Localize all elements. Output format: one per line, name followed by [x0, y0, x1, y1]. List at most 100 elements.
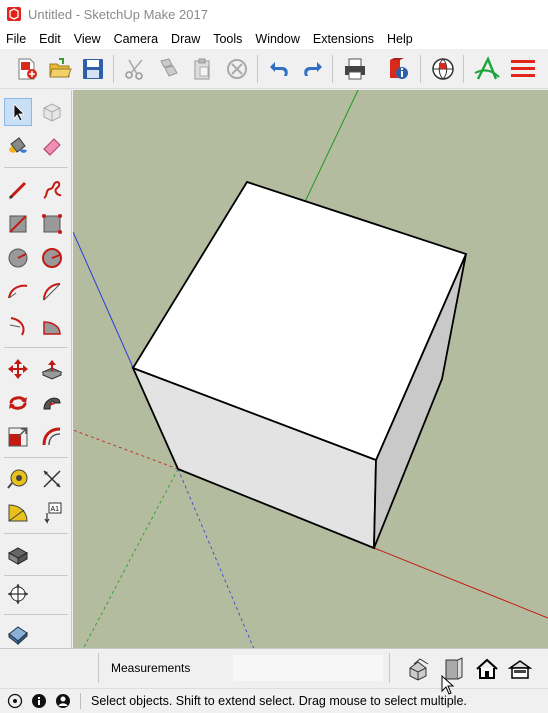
- rotate-tool[interactable]: [4, 389, 32, 417]
- menu-camera[interactable]: Camera: [114, 32, 158, 46]
- right-view-button[interactable]: [505, 654, 535, 684]
- 3d-warehouse-tool[interactable]: [4, 541, 32, 569]
- account-status[interactable]: [54, 692, 72, 710]
- top-view-button[interactable]: [472, 654, 502, 684]
- offset-icon: [42, 427, 61, 446]
- menu-tools[interactable]: Tools: [213, 32, 242, 46]
- right-view-icon: [507, 660, 533, 679]
- print-icon: [345, 58, 365, 80]
- menu-edit[interactable]: Edit: [39, 32, 61, 46]
- rotated-rectangle-tool[interactable]: [38, 210, 66, 238]
- back-view-button[interactable]: [538, 654, 548, 684]
- menu-help[interactable]: Help: [387, 32, 413, 46]
- push-pull-icon: [41, 360, 63, 380]
- main-toolbar: [0, 49, 548, 89]
- copy-icon: [160, 58, 178, 77]
- cut-button[interactable]: [120, 54, 150, 84]
- status-message: Select objects. Shift to extend select. …: [91, 694, 467, 708]
- geolocation-status[interactable]: [6, 692, 24, 710]
- circle-tool[interactable]: [4, 244, 32, 272]
- model-info-icon: [390, 58, 408, 79]
- move-icon: [8, 359, 28, 379]
- eraser-tool[interactable]: [38, 132, 66, 160]
- scale-tool[interactable]: [4, 423, 32, 451]
- sandbox-icon: [8, 584, 28, 604]
- copy-button[interactable]: [154, 54, 184, 84]
- two-point-arc-tool[interactable]: [38, 278, 66, 306]
- measurements-input[interactable]: [233, 655, 383, 681]
- instructor-button[interactable]: [472, 54, 502, 84]
- polygon-tool[interactable]: [38, 244, 66, 272]
- erase-selection-button[interactable]: [222, 54, 252, 84]
- print-button[interactable]: [340, 54, 370, 84]
- redo-button[interactable]: [297, 54, 327, 84]
- instructor-icon: [474, 56, 500, 80]
- arc-tool[interactable]: [4, 278, 32, 306]
- rectangle-tool[interactable]: [4, 210, 32, 238]
- house-icon: [476, 658, 498, 679]
- make-component-tool[interactable]: [38, 98, 66, 126]
- polygon-icon: [42, 248, 62, 268]
- line-tool[interactable]: [4, 176, 32, 204]
- user-icon: [56, 694, 70, 708]
- tape-measure-tool[interactable]: [4, 465, 32, 493]
- text-tool[interactable]: A1: [38, 499, 66, 527]
- select-icon: [13, 103, 25, 122]
- model-scene: [73, 90, 548, 648]
- info-icon: [32, 694, 46, 708]
- make-component-icon: [43, 103, 61, 122]
- dimension-icon: [43, 470, 61, 488]
- new-file-icon: [18, 58, 37, 80]
- status-bar: Select objects. Shift to extend select. …: [0, 688, 548, 713]
- freehand-tool[interactable]: [38, 176, 66, 204]
- erase-icon: [227, 59, 247, 79]
- undo-button[interactable]: [265, 54, 295, 84]
- tape-measure-icon: [7, 469, 28, 489]
- protractor-tool[interactable]: [4, 499, 32, 527]
- model-info-button[interactable]: [383, 54, 413, 84]
- paint-bucket-tool[interactable]: [4, 132, 32, 160]
- three-point-arc-tool[interactable]: [4, 312, 32, 340]
- follow-me-icon: [43, 397, 61, 410]
- section-plane-icon: [8, 626, 28, 646]
- sandbox-tool[interactable]: [4, 580, 32, 608]
- rotated-rectangle-icon: [42, 214, 62, 234]
- offset-tool[interactable]: [38, 423, 66, 451]
- save-icon: [83, 59, 103, 79]
- menu-draw[interactable]: Draw: [171, 32, 200, 46]
- three-point-arc-icon: [9, 317, 25, 336]
- save-button[interactable]: [78, 54, 108, 84]
- drawing-viewport[interactable]: [73, 90, 548, 648]
- menu-window[interactable]: Window: [255, 32, 299, 46]
- geo-location-button[interactable]: [428, 54, 458, 84]
- layers-button[interactable]: [508, 54, 538, 84]
- section-plane-tool[interactable]: [4, 620, 32, 648]
- new-button[interactable]: [12, 54, 42, 84]
- pie-tool[interactable]: [38, 312, 66, 340]
- scale-icon: [8, 427, 28, 447]
- freehand-icon: [43, 180, 62, 199]
- move-tool[interactable]: [4, 355, 32, 383]
- paint-bucket-icon: [9, 137, 27, 153]
- follow-me-tool[interactable]: [38, 389, 66, 417]
- menu-view[interactable]: View: [74, 32, 101, 46]
- push-pull-tool[interactable]: [38, 355, 66, 383]
- menu-bar: File Edit View Camera Draw Tools Window …: [0, 28, 548, 49]
- layers-icon: [511, 60, 535, 77]
- open-button[interactable]: [45, 54, 75, 84]
- line-icon: [8, 181, 27, 200]
- open-folder-icon: [49, 58, 72, 78]
- eraser-icon: [43, 138, 61, 156]
- credits-status[interactable]: [30, 692, 48, 710]
- menu-file[interactable]: File: [6, 32, 26, 46]
- select-tool[interactable]: [4, 98, 32, 126]
- bottom-toolbar: Measurements: [0, 648, 548, 688]
- geo-location-icon: [432, 58, 454, 80]
- circle-icon: [8, 248, 28, 268]
- paste-button[interactable]: [187, 54, 217, 84]
- iso-view-button[interactable]: [404, 654, 434, 684]
- two-point-arc-icon: [43, 283, 61, 301]
- dimension-tool[interactable]: [38, 465, 66, 493]
- menu-extensions[interactable]: Extensions: [313, 32, 374, 46]
- svg-text:A1: A1: [51, 506, 60, 513]
